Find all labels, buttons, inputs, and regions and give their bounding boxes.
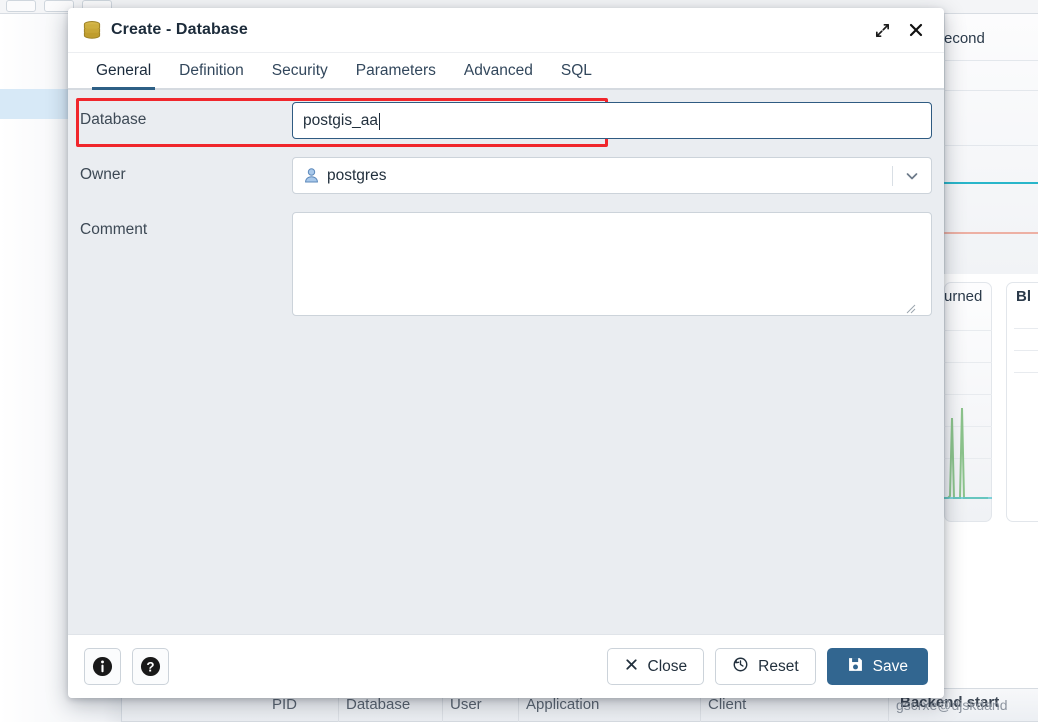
- background-gridline: [944, 90, 1038, 91]
- expand-icon[interactable]: [868, 16, 896, 44]
- tab-label: SQL: [560, 61, 592, 79]
- background-overlap-text-secondary: gscrxe@djskdand: [896, 697, 1008, 713]
- background-gridline: [944, 145, 1038, 146]
- background-column-header-pid: PID: [272, 696, 298, 713]
- background-column-header-client: Client: [708, 696, 747, 713]
- reset-button[interactable]: Reset: [715, 648, 816, 685]
- tab-label: Definition: [179, 61, 244, 79]
- background-column-header-application: Application: [526, 696, 600, 713]
- save-floppy-icon: [847, 656, 864, 678]
- background-sparkline-chart: [944, 407, 992, 499]
- background-chart-line-red: [944, 232, 1038, 234]
- dialog-title-bar: Create - Database: [68, 8, 944, 53]
- tab-advanced[interactable]: Advanced: [450, 53, 547, 88]
- form-row-owner: Owner postgres: [68, 157, 944, 202]
- svg-text:?: ?: [146, 659, 154, 674]
- tab-security[interactable]: Security: [258, 53, 342, 88]
- info-button[interactable]: [84, 648, 121, 685]
- background-chart-line-teal: [944, 182, 1038, 184]
- form-row-database: Database postgis_aa: [68, 98, 944, 147]
- background-card-blocks: [1006, 282, 1038, 522]
- comment-textarea[interactable]: [292, 212, 932, 316]
- background-toolbar-button: [6, 0, 36, 12]
- owner-select-wrap: postgres: [292, 157, 932, 194]
- tab-general[interactable]: General: [82, 53, 165, 90]
- owner-select-value: postgres: [327, 166, 387, 184]
- background-panel-title: econd: [944, 30, 985, 47]
- background-column-header-database: Database: [346, 696, 411, 713]
- database-name-input[interactable]: postgis_aa: [292, 102, 932, 139]
- text-cursor: [378, 113, 380, 130]
- chevron-down-icon[interactable]: [893, 168, 931, 184]
- form-row-comment: Comment: [68, 212, 944, 324]
- user-icon: [303, 167, 320, 184]
- help-button[interactable]: ?: [132, 648, 169, 685]
- background-gridline: [944, 60, 1038, 61]
- background-gridline: [944, 330, 992, 331]
- tab-label: Security: [271, 61, 328, 79]
- create-database-dialog: Create - Database General Definition Sec…: [68, 8, 944, 698]
- tab-label: Parameters: [355, 61, 436, 79]
- database-label: Database: [80, 111, 147, 128]
- owner-select[interactable]: postgres: [292, 157, 932, 194]
- close-icon[interactable]: [902, 16, 930, 44]
- tab-definition[interactable]: Definition: [165, 53, 258, 88]
- dialog-tab-bar: General Definition Security Parameters A…: [68, 53, 944, 90]
- database-input-value: postgis_aa: [303, 111, 378, 129]
- tab-parameters[interactable]: Parameters: [342, 53, 450, 88]
- dialog-title: Create - Database: [111, 21, 248, 38]
- reset-icon: [732, 656, 749, 678]
- background-chart-panel: [944, 14, 1038, 274]
- close-x-icon: [624, 657, 639, 677]
- background-column-header-user: User: [450, 696, 482, 713]
- database-input-wrap: postgis_aa: [292, 102, 932, 139]
- close-button-label: Close: [647, 657, 688, 675]
- reset-button-label: Reset: [758, 657, 799, 675]
- background-gridline: [1014, 350, 1038, 351]
- save-button[interactable]: Save: [826, 648, 928, 685]
- tab-sql[interactable]: SQL: [547, 53, 606, 88]
- background-gridline: [1014, 372, 1038, 373]
- background-card-title: Bl: [1016, 288, 1031, 305]
- background-gridline: [1014, 328, 1038, 329]
- database-icon: [81, 19, 103, 41]
- close-button[interactable]: Close: [606, 648, 705, 685]
- comment-textarea-wrap: [292, 212, 932, 316]
- comment-label: Comment: [80, 221, 148, 238]
- save-button-label: Save: [872, 657, 908, 675]
- dialog-footer: ? Close Reset Save: [68, 634, 944, 698]
- dialog-body: Database postgis_aa Owner postgres Comme…: [68, 90, 944, 634]
- tab-label: General: [96, 61, 152, 79]
- owner-label: Owner: [80, 166, 126, 183]
- background-card-title: urned: [944, 288, 983, 305]
- tab-label: Advanced: [463, 61, 533, 79]
